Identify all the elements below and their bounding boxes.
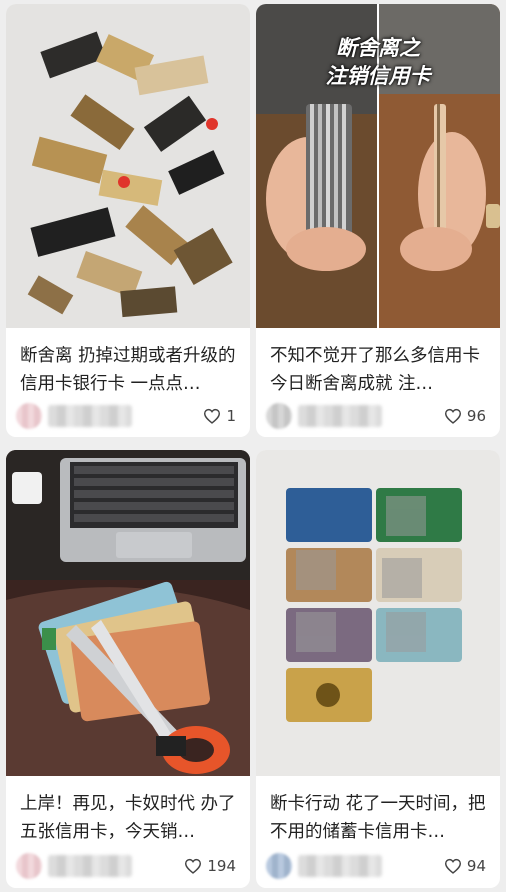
post-footer: 96 (266, 402, 490, 432)
post-image-cut-cards[interactable] (6, 4, 250, 328)
post-image-card-grid[interactable] (256, 450, 500, 776)
post-footer: 1 (16, 402, 240, 432)
like-count: 194 (207, 857, 236, 875)
post-title[interactable]: 不知不觉开了那么多信用卡 今日断舍离成就 注… (270, 342, 490, 398)
post-card[interactable]: 断舍离之 注销信用卡 不知不觉开了那么多信用卡 今日断舍离成就 注… 96 (256, 4, 500, 437)
post-card[interactable]: 断舍离 扔掉过期或者升级的信用卡银行卡 一点点… 1 (6, 4, 250, 437)
heart-icon (204, 408, 221, 424)
username-blurred[interactable] (48, 855, 132, 877)
like-button[interactable]: 94 (444, 855, 486, 877)
like-count: 1 (226, 407, 236, 425)
like-count: 96 (466, 407, 486, 425)
like-button[interactable]: 96 (444, 405, 486, 427)
post-card[interactable]: 上岸！再见，卡奴时代 办了五张信用卡，今天销… 194 (6, 450, 250, 888)
post-card[interactable]: 断卡行动 花了一天时间，把不用的储蓄卡信用卡… 94 (256, 450, 500, 888)
heart-icon (444, 858, 461, 874)
username-blurred[interactable] (298, 405, 382, 427)
post-title[interactable]: 上岸！再见，卡奴时代 办了五张信用卡，今天销… (20, 790, 240, 846)
post-feed: 断舍离 扔掉过期或者升级的信用卡银行卡 一点点… 1 断舍离之 注销信用卡 不知… (0, 0, 506, 892)
like-button[interactable]: 1 (203, 405, 236, 427)
username-blurred[interactable] (298, 855, 382, 877)
post-footer: 94 (266, 852, 490, 882)
like-count: 94 (466, 857, 486, 875)
avatar[interactable] (266, 853, 292, 879)
post-footer: 194 (16, 852, 240, 882)
heart-icon (185, 858, 202, 874)
heart-icon (444, 408, 461, 424)
overlay-line-1: 断舍离之 (336, 36, 420, 60)
post-title[interactable]: 断卡行动 花了一天时间，把不用的储蓄卡信用卡… (270, 790, 490, 846)
username-blurred[interactable] (48, 405, 132, 427)
post-title[interactable]: 断舍离 扔掉过期或者升级的信用卡银行卡 一点点… (20, 342, 240, 398)
avatar[interactable] (16, 403, 42, 429)
image-overlay-caption: 断舍离之 注销信用卡 (256, 34, 500, 90)
avatar[interactable] (16, 853, 42, 879)
overlay-line-2: 注销信用卡 (325, 64, 431, 88)
like-button[interactable]: 194 (184, 855, 236, 877)
post-image-scissors-cards[interactable] (6, 450, 250, 776)
avatar[interactable] (266, 403, 292, 429)
